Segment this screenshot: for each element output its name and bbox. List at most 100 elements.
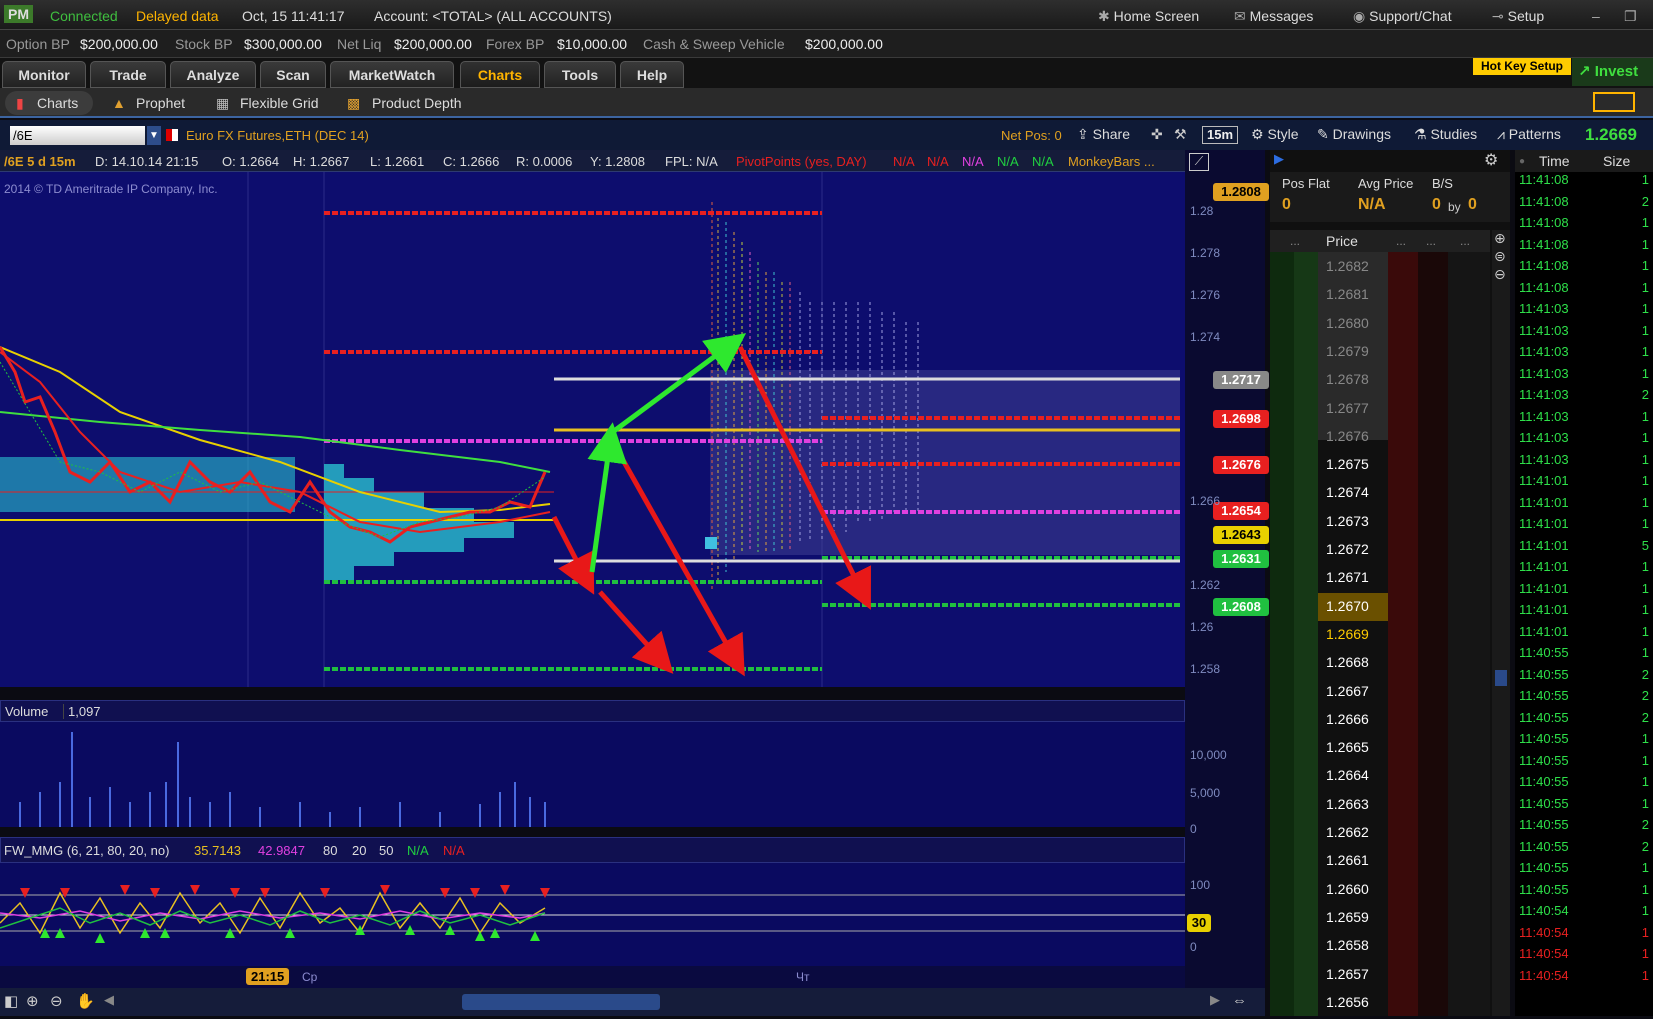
symbol-dropdown-icon[interactable]: ▼ xyxy=(147,126,161,145)
ladder-row[interactable]: 1.2675 xyxy=(1270,450,1510,478)
ladder-row[interactable]: 1.2678 xyxy=(1270,365,1510,393)
layout-toggle-icon[interactable]: ◧ xyxy=(4,992,18,1010)
ladder-zoom-in-icon[interactable]: ⊕ xyxy=(1494,230,1506,247)
account-selector[interactable]: Account: <TOTAL> (ALL ACCOUNTS) xyxy=(374,8,612,24)
ladder-row[interactable]: 1.2673 xyxy=(1270,507,1510,535)
time-and-sales: ● Time Size 11:41:08 1 11:41:08 2 11:41:08 1 1… xyxy=(1515,150,1653,1016)
support-chat-button[interactable]: ◉ Support/Chat xyxy=(1353,8,1452,25)
tab-analyze[interactable]: Analyze xyxy=(170,61,256,88)
ladder-row[interactable]: 1.2677 xyxy=(1270,394,1510,422)
zoom-in-icon[interactable]: ⊕ xyxy=(26,992,39,1010)
axis-tick: 1.276 xyxy=(1190,288,1221,302)
volume-chart[interactable] xyxy=(0,722,1185,827)
ladder-row[interactable]: 1.2659 xyxy=(1270,903,1510,931)
ladder-row[interactable]: 1.2669 xyxy=(1270,620,1510,648)
fw-mmg-chart[interactable] xyxy=(0,863,1185,966)
subtab-flexible-grid[interactable]: Flexible Grid xyxy=(240,95,319,111)
ladder-row[interactable]: 1.2674 xyxy=(1270,478,1510,506)
ladder-scroll-thumb[interactable] xyxy=(1495,670,1507,686)
tas-time: 11:41:01 xyxy=(1519,473,1569,488)
tas-size: 1 xyxy=(1641,903,1649,918)
layout-icon[interactable] xyxy=(1593,92,1635,112)
bar-close: C: 1.2666 xyxy=(443,154,500,169)
expand-icon[interactable]: ⇔ xyxy=(1232,992,1247,1009)
restore-icon[interactable]: ❐ xyxy=(1624,8,1637,25)
tas-row: 11:40:55 2 xyxy=(1515,667,1653,689)
minimize-icon[interactable]: – xyxy=(1592,8,1600,24)
subtab-prophet[interactable]: Prophet xyxy=(136,95,185,111)
hand-icon[interactable]: ✋ xyxy=(76,992,95,1010)
time-axis: 21:15 Ср Чт xyxy=(0,966,1185,988)
ladder-row[interactable]: 1.2671 xyxy=(1270,563,1510,591)
ladder-row[interactable]: 1.2670 xyxy=(1270,592,1510,620)
wrench-icon[interactable]: ⚒ xyxy=(1174,126,1187,143)
ladder-row[interactable]: 1.2672 xyxy=(1270,535,1510,563)
subtab-product-depth[interactable]: Product Depth xyxy=(372,95,462,111)
symbol-input[interactable]: /6E xyxy=(10,126,145,145)
ladder-price: 1.2658 xyxy=(1326,937,1369,954)
ladder-price: 1.2682 xyxy=(1326,258,1369,274)
tab-help[interactable]: Help xyxy=(620,61,684,88)
price-axis[interactable]: ⟋ 1.2808 1.2717 1.2698 1.2676 1.2654 1.2… xyxy=(1185,150,1269,988)
ladder-row[interactable]: 1.2679 xyxy=(1270,337,1510,365)
invest-button[interactable]: ↗ Invest xyxy=(1572,58,1653,86)
ladder-row[interactable]: 1.2664 xyxy=(1270,761,1510,789)
ladder-row[interactable]: 1.2662 xyxy=(1270,818,1510,846)
ladder-row[interactable]: 1.2661 xyxy=(1270,846,1510,874)
zoom-out-icon[interactable]: ⊖ xyxy=(50,992,63,1010)
studies-button[interactable]: ⚗ Studies xyxy=(1414,126,1477,143)
tab-trade[interactable]: Trade xyxy=(90,61,166,88)
ladder-row[interactable]: 1.2682 xyxy=(1270,252,1510,280)
ladder-scrollbar[interactable]: ⊕ ⊜ ⊖ xyxy=(1492,230,1510,1016)
hot-key-setup-button[interactable]: Hot Key Setup xyxy=(1473,58,1571,75)
ladder-row[interactable]: 1.2668 xyxy=(1270,648,1510,676)
volume-bars xyxy=(19,732,546,827)
ladder-row[interactable]: 1.2666 xyxy=(1270,705,1510,733)
volume-tick: 0 xyxy=(1190,822,1197,836)
scroll-right-icon[interactable]: ▶ xyxy=(1210,992,1220,1008)
drawings-button[interactable]: ✎ Drawings xyxy=(1317,126,1391,143)
bar-high: H: 1.2667 xyxy=(293,154,350,169)
tas-row: 11:41:01 1 xyxy=(1515,624,1653,646)
patterns-button[interactable]: ⩘ Patterns xyxy=(1497,126,1561,143)
ladder-row[interactable]: 1.2676 xyxy=(1270,422,1510,450)
ladder-row[interactable]: 1.2680 xyxy=(1270,309,1510,337)
ladder-zoom-out-icon[interactable]: ⊖ xyxy=(1494,266,1506,283)
day-label-1: Ср xyxy=(302,970,318,984)
tas-size: 1 xyxy=(1641,602,1649,617)
tas-size: 1 xyxy=(1641,580,1649,596)
ladder-row[interactable]: 1.2667 xyxy=(1270,677,1510,705)
scroll-left-icon[interactable]: ◀ xyxy=(104,992,114,1008)
messages-button[interactable]: ✉ Messages xyxy=(1234,8,1313,25)
share-button[interactable]: ⇪ Share xyxy=(1077,126,1130,143)
style-button[interactable]: ⚙ Style xyxy=(1251,126,1299,143)
price-chart[interactable]: 2014 © TD Ameritrade IP Company, Inc. xyxy=(0,172,1185,687)
ladder-row[interactable]: 1.2656 xyxy=(1270,988,1510,1016)
tab-scan[interactable]: Scan xyxy=(260,61,326,88)
tas-time: 11:40:55 xyxy=(1519,688,1569,703)
setup-button[interactable]: ⊸ Setup xyxy=(1492,8,1544,25)
ladder-price: 1.2674 xyxy=(1326,484,1369,501)
collapse-arrow-icon[interactable]: ▶ xyxy=(1274,151,1284,167)
ladder-row[interactable]: 1.2658 xyxy=(1270,931,1510,959)
tab-monitor[interactable]: Monitor xyxy=(2,61,86,88)
ladder-row[interactable]: 1.2663 xyxy=(1270,790,1510,818)
ladder-center-icon[interactable]: ⊜ xyxy=(1494,248,1506,265)
chart-mode-icon[interactable]: ⟋ xyxy=(1189,153,1209,171)
crosshair-icon[interactable]: ✜ xyxy=(1151,126,1163,143)
home-screen-button[interactable]: ✱ Home Screen xyxy=(1098,8,1199,25)
aggregation-period-button[interactable]: 15m xyxy=(1202,126,1238,144)
ladder-row[interactable]: 1.2657 xyxy=(1270,960,1510,988)
tab-marketwatch[interactable]: MarketWatch xyxy=(330,61,454,88)
time-scrollbar-thumb[interactable] xyxy=(462,994,660,1010)
tas-row: 11:40:55 1 xyxy=(1515,882,1653,904)
ladder-row[interactable]: 1.2665 xyxy=(1270,733,1510,761)
fw-na-1: N/A xyxy=(407,843,429,858)
tab-charts[interactable]: Charts xyxy=(460,61,540,88)
gear-icon[interactable]: ⚙ xyxy=(1484,150,1498,170)
tas-row: 11:41:01 1 xyxy=(1515,581,1653,603)
ladder-row[interactable]: 1.2681 xyxy=(1270,280,1510,308)
volume-value: 1,097 xyxy=(63,704,101,719)
ladder-row[interactable]: 1.2660 xyxy=(1270,875,1510,903)
tab-tools[interactable]: Tools xyxy=(544,61,616,88)
